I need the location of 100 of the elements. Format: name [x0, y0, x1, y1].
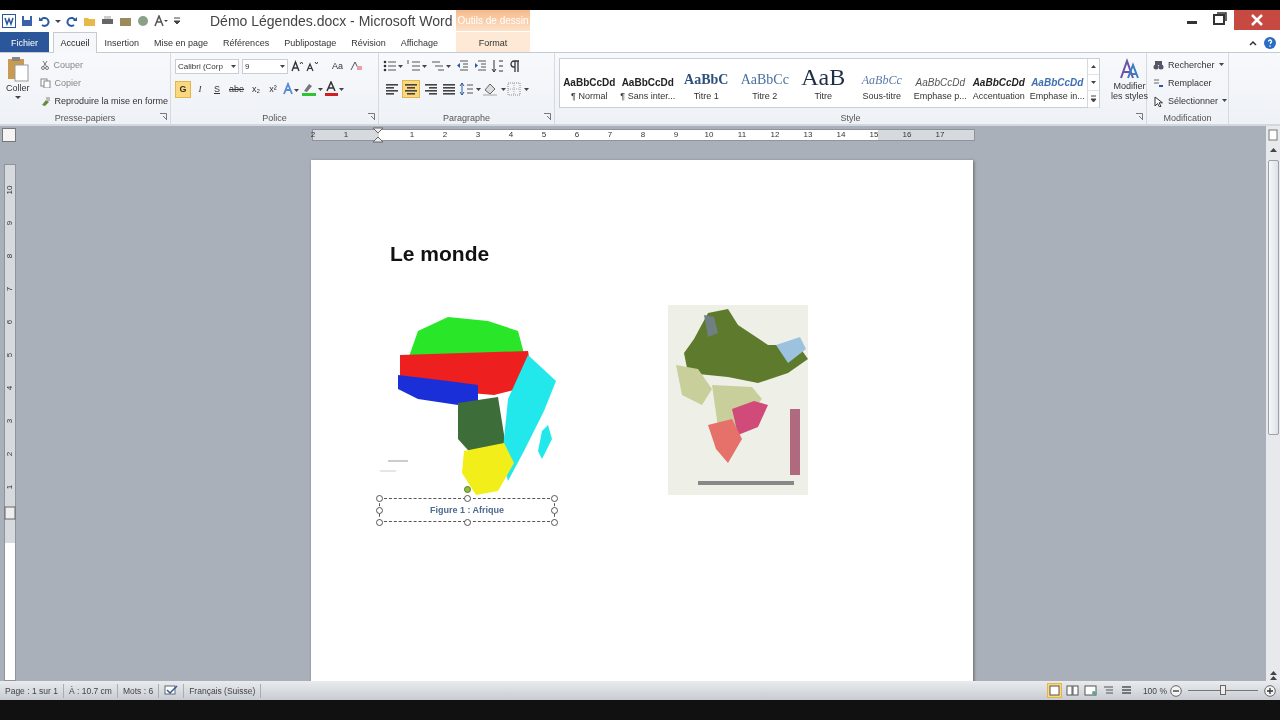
pilcrow-icon[interactable]	[509, 59, 521, 73]
ribbon-command[interactable]: Couper	[37, 56, 171, 74]
view-print-button[interactable]	[1046, 683, 1062, 698]
ribbon-tab[interactable]: Insertion	[97, 32, 147, 52]
font-name-field[interactable]: Calibri (Corp	[175, 58, 239, 74]
zoom-out-icon[interactable]	[1170, 684, 1182, 697]
undo-icon[interactable]	[38, 14, 50, 27]
dialog-launcher-icon[interactable]	[544, 113, 551, 120]
dialog-launcher-icon[interactable]	[160, 113, 167, 120]
change-case-button[interactable]: Aa	[329, 57, 346, 75]
format-button[interactable]: I	[192, 80, 208, 98]
paste-button[interactable]: Coller	[4, 56, 32, 111]
text-effects-icon[interactable]	[282, 82, 301, 96]
style-item[interactable]: AaBbCcDd Emphase p...	[911, 59, 970, 107]
ribbon-tab[interactable]: Mise en page	[146, 32, 216, 52]
ribbon-command[interactable]: Reproduire la mise en forme	[37, 92, 171, 110]
ruler-number: 7	[607, 130, 613, 140]
clear-formatting-icon[interactable]	[349, 60, 363, 72]
view-icon	[1065, 684, 1079, 697]
close-icon[interactable]	[1234, 10, 1280, 30]
style-preview: AaB	[801, 65, 846, 88]
ribbon-tab[interactable]: Format	[456, 32, 530, 52]
style-item[interactable]: AaBbCcDd ¶ Normal	[560, 59, 619, 107]
format-button[interactable]: x²	[265, 80, 282, 98]
format-button[interactable]: G	[175, 80, 191, 98]
scrollbar-thumb[interactable]	[1267, 160, 1279, 435]
ruler-number: 9	[5, 219, 15, 228]
bullets-icon[interactable]	[383, 59, 403, 73]
ruler-number: 17	[935, 130, 945, 140]
style-item[interactable]: AaBbCcDd Accentuation	[969, 59, 1028, 107]
redo-icon[interactable]	[66, 14, 78, 27]
cursor-position: À : 10.7 cm	[63, 683, 118, 698]
view-icon	[1119, 684, 1133, 697]
font-size-field[interactable]: 9	[242, 58, 288, 74]
change-styles-button[interactable]: Modifier les styles	[1107, 58, 1152, 111]
multilevel-list-icon[interactable]	[431, 59, 451, 73]
style-item[interactable]: AaBbC Titre 1	[677, 59, 736, 107]
rotation-handle-icon[interactable]	[464, 486, 471, 494]
font-style-icon[interactable]	[154, 14, 168, 27]
ruler-number: 16	[902, 130, 912, 140]
view-reading-button[interactable]	[1064, 683, 1080, 698]
ribbon-command[interactable]: Copier	[37, 74, 171, 92]
save-icon[interactable]	[21, 14, 33, 27]
ribbon-command[interactable]: Remplacer	[1151, 74, 1224, 92]
align-center-button[interactable]	[402, 80, 420, 98]
tab-selector[interactable]	[2, 128, 16, 142]
style-item[interactable]: AaBbCcDd Emphase in...	[1028, 59, 1087, 107]
zoom-level[interactable]: 100 %	[1142, 685, 1167, 696]
ribbon-tab[interactable]: Publipostage	[276, 32, 344, 52]
ribbon-command[interactable]: Rechercher	[1151, 56, 1224, 74]
ruler-toggle-icon[interactable]	[1266, 126, 1280, 144]
printer-icon[interactable]	[101, 14, 114, 27]
ruler-number: 10	[5, 185, 15, 195]
ribbon-tab[interactable]: Accueil	[53, 32, 98, 53]
ruler-number: 5	[5, 351, 15, 360]
font-color-icon[interactable]	[324, 81, 345, 97]
sort-icon[interactable]	[491, 59, 505, 73]
numbering-icon[interactable]	[407, 59, 427, 73]
format-button[interactable]: abe	[226, 80, 248, 98]
binoculars-icon	[1153, 60, 1164, 70]
indent-marker-icon[interactable]	[372, 127, 384, 143]
group-label: Police	[262, 112, 287, 123]
grow-font-icon[interactable]	[291, 60, 303, 72]
style-name: Titre	[814, 90, 833, 101]
decrease-indent-icon[interactable]	[455, 59, 469, 73]
increase-indent-icon[interactable]	[473, 59, 487, 73]
zoom-in-icon[interactable]	[1264, 684, 1276, 697]
ruler-number: 2	[310, 130, 316, 140]
collapse-ribbon-icon[interactable]	[1248, 38, 1258, 48]
format-button[interactable]: x₂	[248, 80, 265, 98]
ribbon-tab[interactable]: Références	[215, 32, 277, 52]
word-count: Mots : 6	[117, 683, 160, 698]
zoom-slider-thumb[interactable]	[1220, 685, 1226, 695]
dialog-launcher-icon[interactable]	[368, 113, 375, 120]
ruler-number: 8	[640, 130, 646, 140]
language[interactable]: Français (Suisse)	[184, 683, 262, 698]
ribbon-command[interactable]: Sélectionner	[1151, 92, 1224, 110]
margin-marker-icon[interactable]	[4, 506, 16, 520]
style-item[interactable]: AaBbCc Titre 2	[735, 59, 794, 107]
customize-icon[interactable]	[173, 14, 181, 27]
dialog-launcher-icon[interactable]	[1136, 113, 1143, 120]
style-item[interactable]: AaB Titre	[794, 59, 853, 107]
align-icon	[441, 82, 457, 96]
ruler-number: 13	[803, 130, 813, 140]
shrink-font-icon[interactable]	[306, 60, 318, 72]
style-item[interactable]: AaBbCc Sous-titre	[852, 59, 911, 107]
proofing-icon[interactable]	[164, 684, 179, 697]
line-spacing-icon[interactable]	[459, 82, 481, 96]
help-icon[interactable]	[1264, 37, 1276, 49]
ruler-number: 6	[574, 130, 580, 140]
ribbon-tab[interactable]: Fichier	[0, 32, 49, 52]
ribbon-tab[interactable]: Affichage	[393, 32, 446, 52]
highlight-icon[interactable]	[301, 81, 324, 97]
style-item[interactable]: AaBbCcDd ¶ Sans inter...	[618, 59, 677, 107]
borders-icon[interactable]	[507, 82, 531, 96]
shading-icon[interactable]	[482, 81, 506, 97]
view-web-button[interactable]	[1082, 683, 1098, 698]
format-button[interactable]: S	[209, 80, 225, 98]
ribbon-tab[interactable]: Révision	[343, 32, 394, 52]
copy-icon	[39, 78, 51, 88]
